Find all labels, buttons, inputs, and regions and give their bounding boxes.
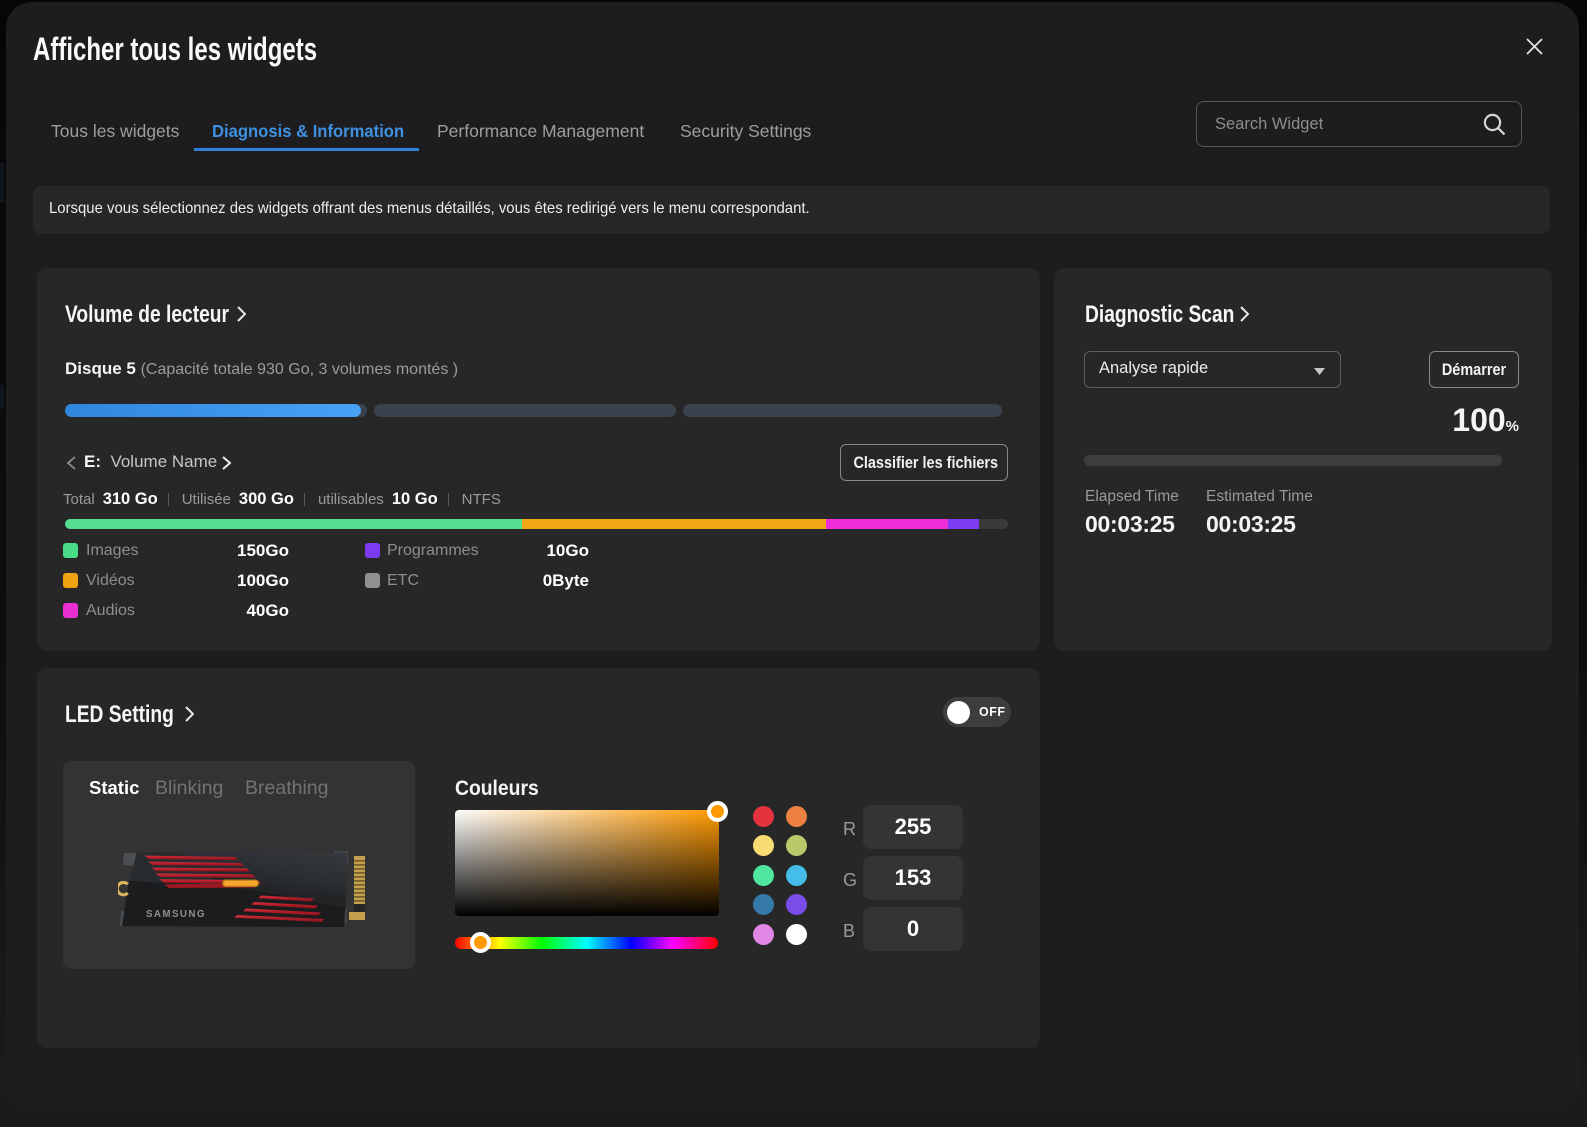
svg-text:SAMSUNG: SAMSUNG	[146, 909, 206, 920]
